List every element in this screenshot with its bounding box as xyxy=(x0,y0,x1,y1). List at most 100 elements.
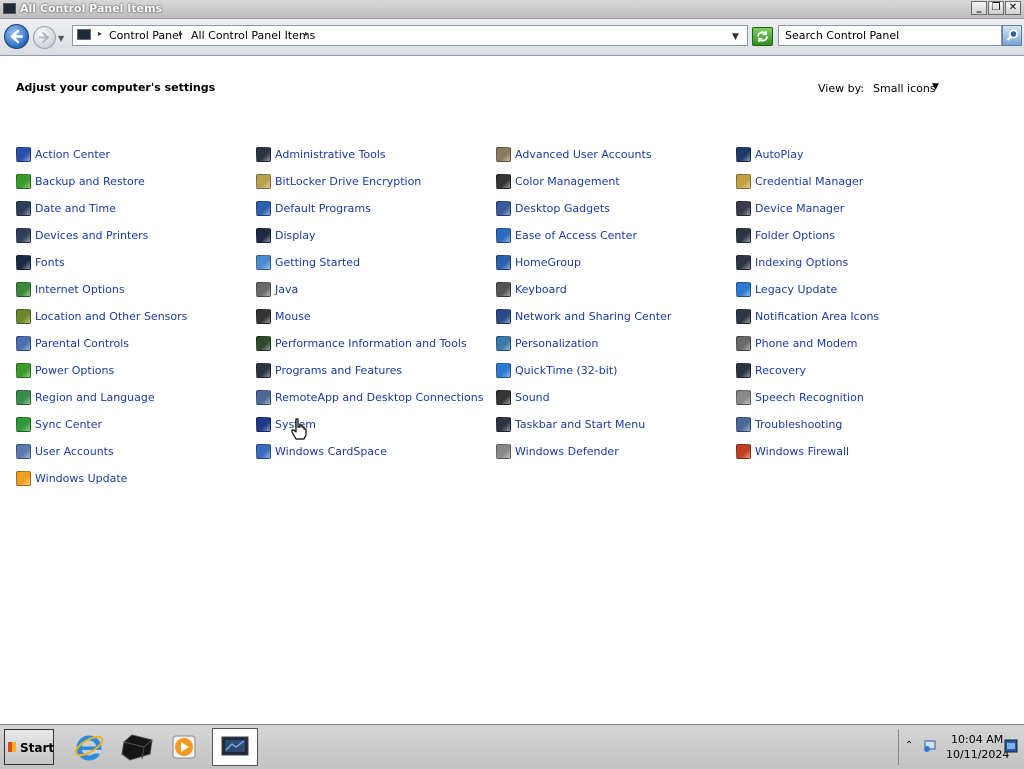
taskbar-media-player[interactable] xyxy=(162,728,208,766)
cp-item-device-manager[interactable]: Device Manager xyxy=(736,200,966,218)
default-programs-icon xyxy=(256,201,271,216)
minimize-button[interactable]: _ xyxy=(971,1,987,15)
cp-item-internet-options[interactable]: Internet Options xyxy=(16,281,246,299)
cp-item-programs-and-features[interactable]: Programs and Features xyxy=(256,362,486,380)
refresh-icon xyxy=(757,31,768,42)
taskbar-storage-device[interactable] xyxy=(114,728,160,766)
cp-item-windows-update[interactable]: Windows Update xyxy=(16,470,246,488)
address-bar[interactable]: ▸ Control Panel ▸ All Control Panel Item… xyxy=(72,25,748,46)
page-title: Adjust your computer's settings xyxy=(16,81,216,94)
cp-item-label: Recovery xyxy=(755,364,807,377)
cp-item-keyboard[interactable]: Keyboard xyxy=(496,281,726,299)
cp-item-backup-and-restore[interactable]: Backup and Restore xyxy=(16,173,246,191)
taskbar-internet-explorer[interactable] xyxy=(66,728,112,766)
network-and-sharing-center-icon xyxy=(496,309,511,324)
mouse-icon xyxy=(256,309,271,324)
search-button[interactable] xyxy=(1002,25,1022,46)
show-hidden-icons-button[interactable]: ⌃ xyxy=(905,740,913,751)
cp-item-label: Windows CardSpace xyxy=(275,445,387,458)
cp-item-desktop-gadgets[interactable]: Desktop Gadgets xyxy=(496,200,726,218)
clock-time[interactable]: 10:04 AM xyxy=(951,733,1003,746)
cp-item-homegroup[interactable]: HomeGroup xyxy=(496,254,726,272)
cp-item-taskbar-and-start-menu[interactable]: Taskbar and Start Menu xyxy=(496,416,726,434)
cp-item-sync-center[interactable]: Sync Center xyxy=(16,416,246,434)
cp-item-network-and-sharing-center[interactable]: Network and Sharing Center xyxy=(496,308,726,326)
cp-item-location-and-other-sensors[interactable]: Location and Other Sensors xyxy=(16,308,246,326)
chevron-down-icon[interactable]: ▼ xyxy=(932,82,939,92)
cp-item-getting-started[interactable]: Getting Started xyxy=(256,254,486,272)
cp-item-devices-and-printers[interactable]: Devices and Printers xyxy=(16,227,246,245)
cp-item-ease-of-access-center[interactable]: Ease of Access Center xyxy=(496,227,726,245)
address-history-dropdown[interactable]: ▼ xyxy=(732,32,739,42)
cp-item-date-and-time[interactable]: Date and Time xyxy=(16,200,246,218)
cp-item-java[interactable]: Java xyxy=(256,281,486,299)
cp-item-legacy-update[interactable]: Legacy Update xyxy=(736,281,966,299)
cp-item-notification-area-icons[interactable]: Notification Area Icons xyxy=(736,308,966,326)
cp-item-autoplay[interactable]: AutoPlay xyxy=(736,146,966,164)
network-icon[interactable] xyxy=(923,739,937,753)
device-manager-icon xyxy=(736,201,751,216)
cp-item-performance-information-and-tools[interactable]: Performance Information and Tools xyxy=(256,335,486,353)
autoplay-icon xyxy=(736,147,751,162)
cp-item-speech-recognition[interactable]: Speech Recognition xyxy=(736,389,966,407)
cp-item-phone-and-modem[interactable]: Phone and Modem xyxy=(736,335,966,353)
breadcrumb-control-panel[interactable]: Control Panel xyxy=(109,29,182,42)
navigation-bar: ▼ ▸ Control Panel ▸ All Control Panel It… xyxy=(0,19,1024,56)
cp-item-user-accounts[interactable]: User Accounts xyxy=(16,443,246,461)
refresh-button[interactable] xyxy=(752,27,773,46)
breadcrumb-all-control-panel-items[interactable]: All Control Panel Items xyxy=(191,29,315,42)
cp-item-label: Location and Other Sensors xyxy=(35,310,188,323)
cp-item-credential-manager[interactable]: Credential Manager xyxy=(736,173,966,191)
region-and-language-icon xyxy=(16,390,31,405)
cp-item-label: Sync Center xyxy=(35,418,103,431)
window-title: All Control Panel Items xyxy=(20,2,163,15)
chevron-right-icon[interactable]: ▸ xyxy=(179,29,183,38)
start-label: Start xyxy=(20,741,55,755)
cp-item-advanced-user-accounts[interactable]: Advanced User Accounts xyxy=(496,146,726,164)
chevron-right-icon[interactable]: ▸ xyxy=(305,29,309,38)
cp-item-parental-controls[interactable]: Parental Controls xyxy=(16,335,246,353)
recent-pages-dropdown[interactable]: ▼ xyxy=(58,34,67,43)
close-button[interactable]: ✕ xyxy=(1005,1,1021,15)
cp-item-recovery[interactable]: Recovery xyxy=(736,362,966,380)
cp-item-bitlocker-drive-encryption[interactable]: BitLocker Drive Encryption xyxy=(256,173,486,191)
programs-and-features-icon xyxy=(256,363,271,378)
start-button[interactable]: Start xyxy=(4,729,54,765)
back-button[interactable] xyxy=(4,24,29,49)
action-center-flag-icon[interactable] xyxy=(1004,739,1018,753)
cp-item-folder-options[interactable]: Folder Options xyxy=(736,227,966,245)
cp-item-mouse[interactable]: Mouse xyxy=(256,308,486,326)
cp-item-region-and-language[interactable]: Region and Language xyxy=(16,389,246,407)
cp-item-remoteapp-and-desktop-connections[interactable]: RemoteApp and Desktop Connections xyxy=(256,389,486,407)
cp-item-label: Credential Manager xyxy=(755,175,864,188)
forward-button[interactable] xyxy=(33,26,56,49)
view-by-dropdown[interactable]: Small icons xyxy=(873,82,936,95)
cp-item-label: RemoteApp and Desktop Connections xyxy=(275,391,484,404)
clock-date[interactable]: 10/11/2024 xyxy=(946,748,1009,761)
cp-item-indexing-options[interactable]: Indexing Options xyxy=(736,254,966,272)
cp-item-label: Parental Controls xyxy=(35,337,129,350)
cp-item-windows-firewall[interactable]: Windows Firewall xyxy=(736,443,966,461)
cp-item-sound[interactable]: Sound xyxy=(496,389,726,407)
search-input[interactable]: Search Control Panel xyxy=(778,25,1002,46)
taskbar-control-panel[interactable] xyxy=(212,728,258,766)
restore-button[interactable]: ❐ xyxy=(988,1,1004,15)
cp-item-display[interactable]: Display xyxy=(256,227,486,245)
cp-item-administrative-tools[interactable]: Administrative Tools xyxy=(256,146,486,164)
cp-item-troubleshooting[interactable]: Troubleshooting xyxy=(736,416,966,434)
cp-item-fonts[interactable]: Fonts xyxy=(16,254,246,272)
cp-item-label: AutoPlay xyxy=(755,148,804,161)
user-accounts-icon xyxy=(16,444,31,459)
chevron-right-icon[interactable]: ▸ xyxy=(98,29,102,38)
keyboard-icon xyxy=(496,282,511,297)
cp-item-action-center[interactable]: Action Center xyxy=(16,146,246,164)
cp-item-default-programs[interactable]: Default Programs xyxy=(256,200,486,218)
cp-item-label: Troubleshooting xyxy=(755,418,843,431)
cp-item-color-management[interactable]: Color Management xyxy=(496,173,726,191)
cp-item-personalization[interactable]: Personalization xyxy=(496,335,726,353)
windows-cardspace-icon xyxy=(256,444,271,459)
cp-item-windows-defender[interactable]: Windows Defender xyxy=(496,443,726,461)
cp-item-power-options[interactable]: Power Options xyxy=(16,362,246,380)
cp-item-quicktime-32-bit[interactable]: QuickTime (32-bit) xyxy=(496,362,726,380)
cp-item-windows-cardspace[interactable]: Windows CardSpace xyxy=(256,443,486,461)
